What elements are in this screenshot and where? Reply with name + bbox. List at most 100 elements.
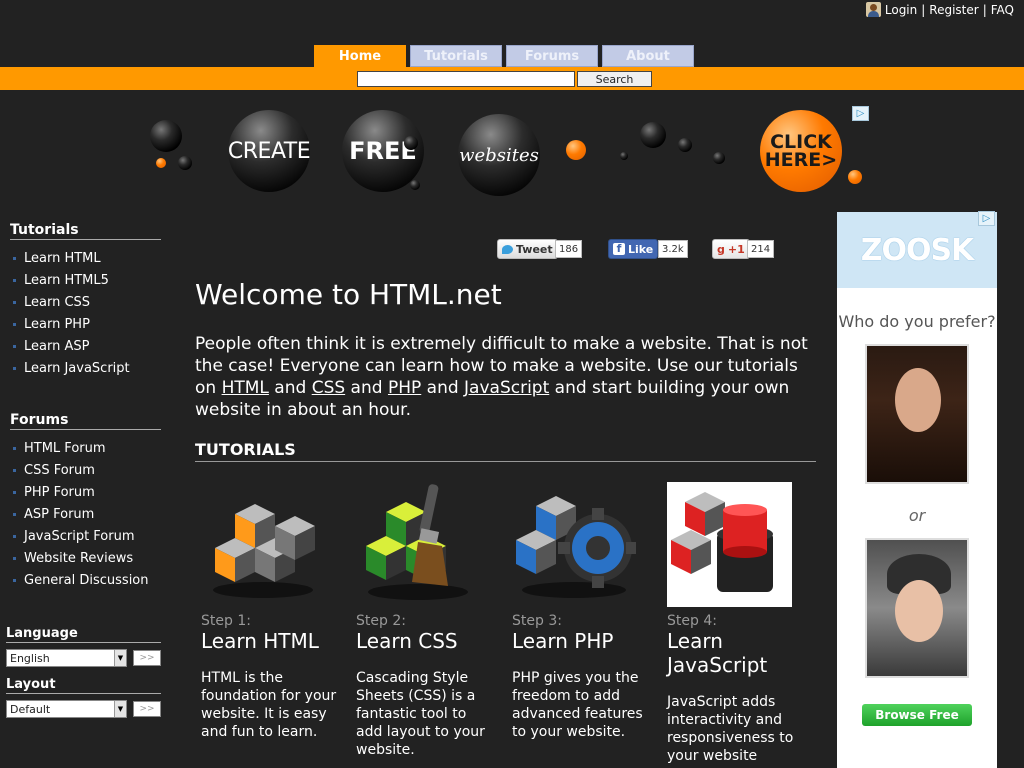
- sidebar-item-css-forum[interactable]: CSS Forum: [10, 459, 161, 481]
- google-plus-button[interactable]: g +1: [712, 239, 750, 259]
- websites-ball: websites: [458, 114, 540, 196]
- tutorials-section-heading: TUTORIALS: [195, 440, 816, 462]
- user-bar: Login | Register | FAQ: [865, 2, 1014, 17]
- separator: |: [921, 2, 926, 17]
- sidebar-item-learn-asp[interactable]: Learn ASP: [10, 335, 161, 357]
- face-shape: [895, 368, 941, 432]
- step-title[interactable]: Learn PHP: [512, 629, 652, 653]
- decor-ball: [566, 140, 586, 160]
- language-select[interactable]: English ▼: [6, 649, 127, 667]
- sidebar-item-learn-html[interactable]: Learn HTML: [10, 247, 161, 269]
- sidebar-item-learn-css[interactable]: Learn CSS: [10, 291, 161, 313]
- step-label: Step 2:: [356, 613, 406, 629]
- tutorials-heading: Tutorials: [10, 222, 161, 240]
- banner-word-websites: websites: [459, 144, 539, 166]
- banner-word-create: CREATE: [227, 138, 311, 164]
- step-label: Step 1:: [201, 613, 251, 629]
- php-link[interactable]: PHP: [388, 378, 421, 398]
- profile-photo[interactable]: [865, 538, 969, 678]
- profile-photo[interactable]: [865, 344, 969, 484]
- step-description: HTML is the foundation for your website.…: [201, 670, 337, 740]
- sidebar-item-general-discussion[interactable]: General Discussion: [10, 569, 161, 591]
- user-icon: [865, 2, 881, 17]
- forums-heading: Forums: [10, 412, 161, 430]
- step-card-html[interactable]: Step 1: Learn HTML HTML is the foundatio…: [201, 482, 341, 741]
- tab-tutorials[interactable]: Tutorials: [410, 45, 502, 67]
- banner-ad[interactable]: CREATE FREE websites CLICK HERE> ▷: [148, 100, 870, 200]
- decor-ball: [848, 170, 862, 184]
- language-go-button[interactable]: >>: [133, 650, 161, 666]
- dropdown-arrow-icon: ▼: [114, 701, 126, 717]
- step-title[interactable]: Learn HTML: [201, 629, 341, 653]
- click-here-button[interactable]: CLICK HERE>: [760, 110, 842, 192]
- intro-text: and: [345, 378, 388, 398]
- step-title[interactable]: Learn CSS: [356, 629, 496, 653]
- search-input[interactable]: [357, 71, 575, 87]
- language-value: English: [10, 651, 50, 665]
- adchoices-icon[interactable]: ▷: [978, 211, 995, 226]
- ad-question: Who do you prefer?: [838, 312, 996, 331]
- like-label: Like: [628, 242, 654, 256]
- step-title[interactable]: Learn JavaScript: [667, 629, 807, 677]
- browse-free-button[interactable]: Browse Free: [862, 704, 972, 726]
- create-ball: CREATE: [227, 110, 311, 192]
- sidebar-ad[interactable]: ZOOSK ▷ Who do you prefer? or Browse Fre…: [837, 211, 997, 768]
- cta-line-2: HERE>: [764, 149, 838, 171]
- search-button[interactable]: Search: [577, 71, 652, 87]
- decor-ball: [713, 152, 725, 164]
- intro-paragraph: People often think it is extremely diffi…: [195, 333, 815, 421]
- ad-header: ZOOSK ▷: [837, 211, 997, 288]
- zoosk-logo: ZOOSK: [860, 232, 975, 268]
- step-card-css[interactable]: Step 2: Learn CSS Cascading Style Sheets…: [356, 482, 496, 759]
- register-link[interactable]: Register: [929, 3, 978, 17]
- layout-select[interactable]: Default ▼: [6, 700, 127, 718]
- layout-heading: Layout: [6, 677, 161, 694]
- sidebar-item-learn-php[interactable]: Learn PHP: [10, 313, 161, 335]
- tab-about[interactable]: About: [602, 45, 694, 67]
- tweet-label: Tweet: [516, 242, 553, 256]
- tutorials-list: Learn HTML Learn HTML5 Learn CSS Learn P…: [10, 247, 161, 379]
- facebook-like-button[interactable]: f Like: [608, 239, 659, 259]
- css-link[interactable]: CSS: [312, 378, 345, 398]
- sidebar-item-asp-forum[interactable]: ASP Forum: [10, 503, 161, 525]
- php-gear-icon: [512, 482, 637, 607]
- decor-ball: [150, 120, 182, 152]
- decor-ball: [678, 138, 692, 152]
- tab-forums[interactable]: Forums: [506, 45, 598, 67]
- step-label: Step 3:: [512, 613, 562, 629]
- sidebar-item-learn-javascript[interactable]: Learn JavaScript: [10, 357, 161, 379]
- sidebar-item-javascript-forum[interactable]: JavaScript Forum: [10, 525, 161, 547]
- step-description: PHP gives you the freedom to add advance…: [512, 670, 643, 740]
- decor-ball: [620, 152, 628, 160]
- layout-value: Default: [10, 702, 51, 716]
- step-label: Step 4:: [667, 613, 717, 629]
- ad-or-text: or: [908, 506, 926, 525]
- forums-list: HTML Forum CSS Forum PHP Forum ASP Forum…: [10, 437, 161, 591]
- intro-text: and: [421, 378, 465, 398]
- tab-home[interactable]: Home: [314, 45, 406, 67]
- layout-go-button[interactable]: >>: [133, 701, 161, 717]
- sidebar-item-website-reviews[interactable]: Website Reviews: [10, 547, 161, 569]
- step-description: JavaScript adds interactivity and respon…: [667, 694, 794, 764]
- intro-text: and: [268, 378, 312, 398]
- login-link[interactable]: Login: [885, 3, 917, 17]
- javascript-button-icon: [667, 482, 792, 607]
- step-card-php[interactable]: Step 3: Learn PHP PHP gives you the free…: [512, 482, 652, 741]
- faq-link[interactable]: FAQ: [991, 3, 1014, 17]
- adchoices-icon[interactable]: ▷: [852, 106, 869, 121]
- tweet-count: 186: [555, 240, 583, 258]
- sidebar-item-html-forum[interactable]: HTML Forum: [10, 437, 161, 459]
- step-card-javascript[interactable]: Step 4: Learn JavaScript JavaScript adds…: [667, 482, 807, 765]
- css-paintbrush-icon: [356, 482, 481, 607]
- step-description: Cascading Style Sheets (CSS) is a fantas…: [356, 670, 485, 758]
- tweet-button[interactable]: Tweet: [497, 239, 558, 259]
- gplus-count: 214: [747, 240, 775, 258]
- sidebar-item-php-forum[interactable]: PHP Forum: [10, 481, 161, 503]
- html-link[interactable]: HTML: [222, 378, 269, 398]
- like-count: 3.2k: [658, 240, 688, 258]
- decor-ball: [640, 122, 666, 148]
- decor-ball: [410, 180, 420, 190]
- sidebar-item-learn-html5[interactable]: Learn HTML5: [10, 269, 161, 291]
- separator: |: [982, 2, 987, 17]
- javascript-link[interactable]: JavaScript: [464, 378, 549, 398]
